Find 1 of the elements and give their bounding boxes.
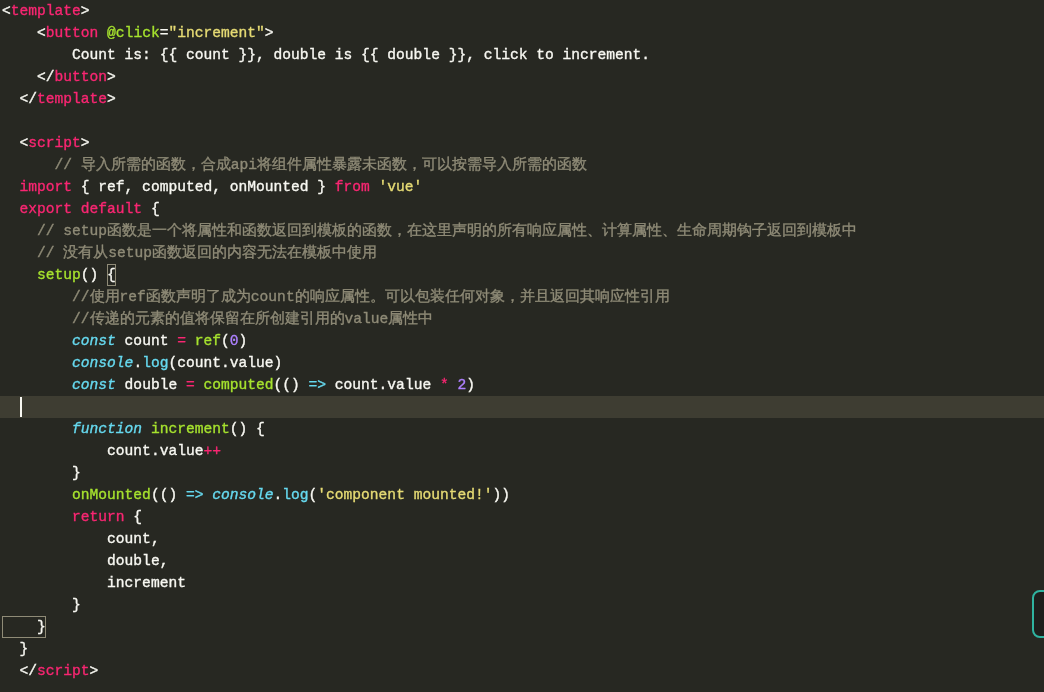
text-cursor [20, 397, 22, 417]
